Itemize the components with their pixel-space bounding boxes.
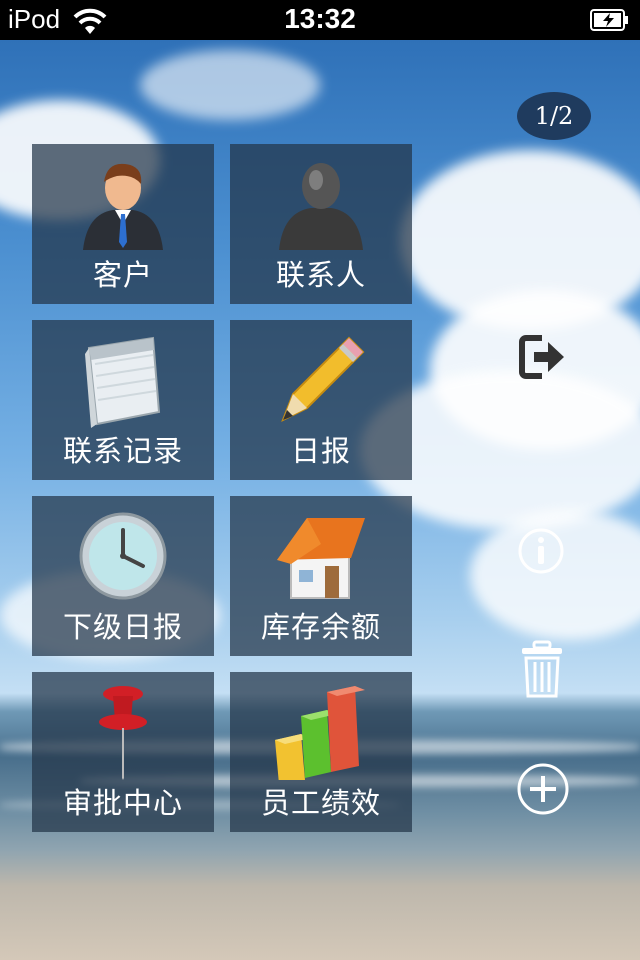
tile-contact-records[interactable]: 联系记录 [32,320,214,480]
tile-employee-performance[interactable]: 员工绩效 [230,672,412,832]
pencil-icon [281,336,365,423]
tile-approval-center[interactable]: 审批中心 [32,672,214,832]
tile-subordinate-daily-report[interactable]: 下级日报 [32,496,214,656]
battery-icon [590,9,628,31]
tile-label: 联系记录 [62,434,183,468]
tile-label: 日报 [290,434,351,468]
notepad-icon [85,336,161,428]
trash-icon[interactable] [520,640,564,698]
bar-chart-icon [275,686,365,780]
status-bar: iPod 13:32 [0,0,640,40]
tile-contacts[interactable]: 联系人 [230,144,412,304]
tile-label: 员工绩效 [260,786,381,820]
contact-person-icon [279,163,363,250]
tile-label: 库存余额 [260,610,381,644]
customer-icon [83,163,163,250]
status-time: 13:32 [284,3,356,34]
tile-label: 联系人 [275,258,366,292]
add-icon[interactable] [516,762,570,816]
tile-daily-report[interactable]: 日报 [230,320,412,480]
page-indicator: 1/2 [517,92,591,140]
tile-inventory-balance[interactable]: 库存余额 [230,496,412,656]
pushpin-icon [99,686,147,780]
tile-label: 客户 [92,258,153,292]
logout-icon[interactable] [518,332,568,382]
tile-label: 审批中心 [62,786,183,820]
home-screen: 1/2 客户 联系人 联系记录 日报 下级日报 库存余额 审批中心 员工绩效 [0,40,640,960]
info-icon[interactable] [516,526,566,576]
clock-icon [79,512,167,600]
tile-label: 下级日报 [62,610,183,644]
house-icon [277,518,365,599]
tile-customers[interactable]: 客户 [32,144,214,304]
